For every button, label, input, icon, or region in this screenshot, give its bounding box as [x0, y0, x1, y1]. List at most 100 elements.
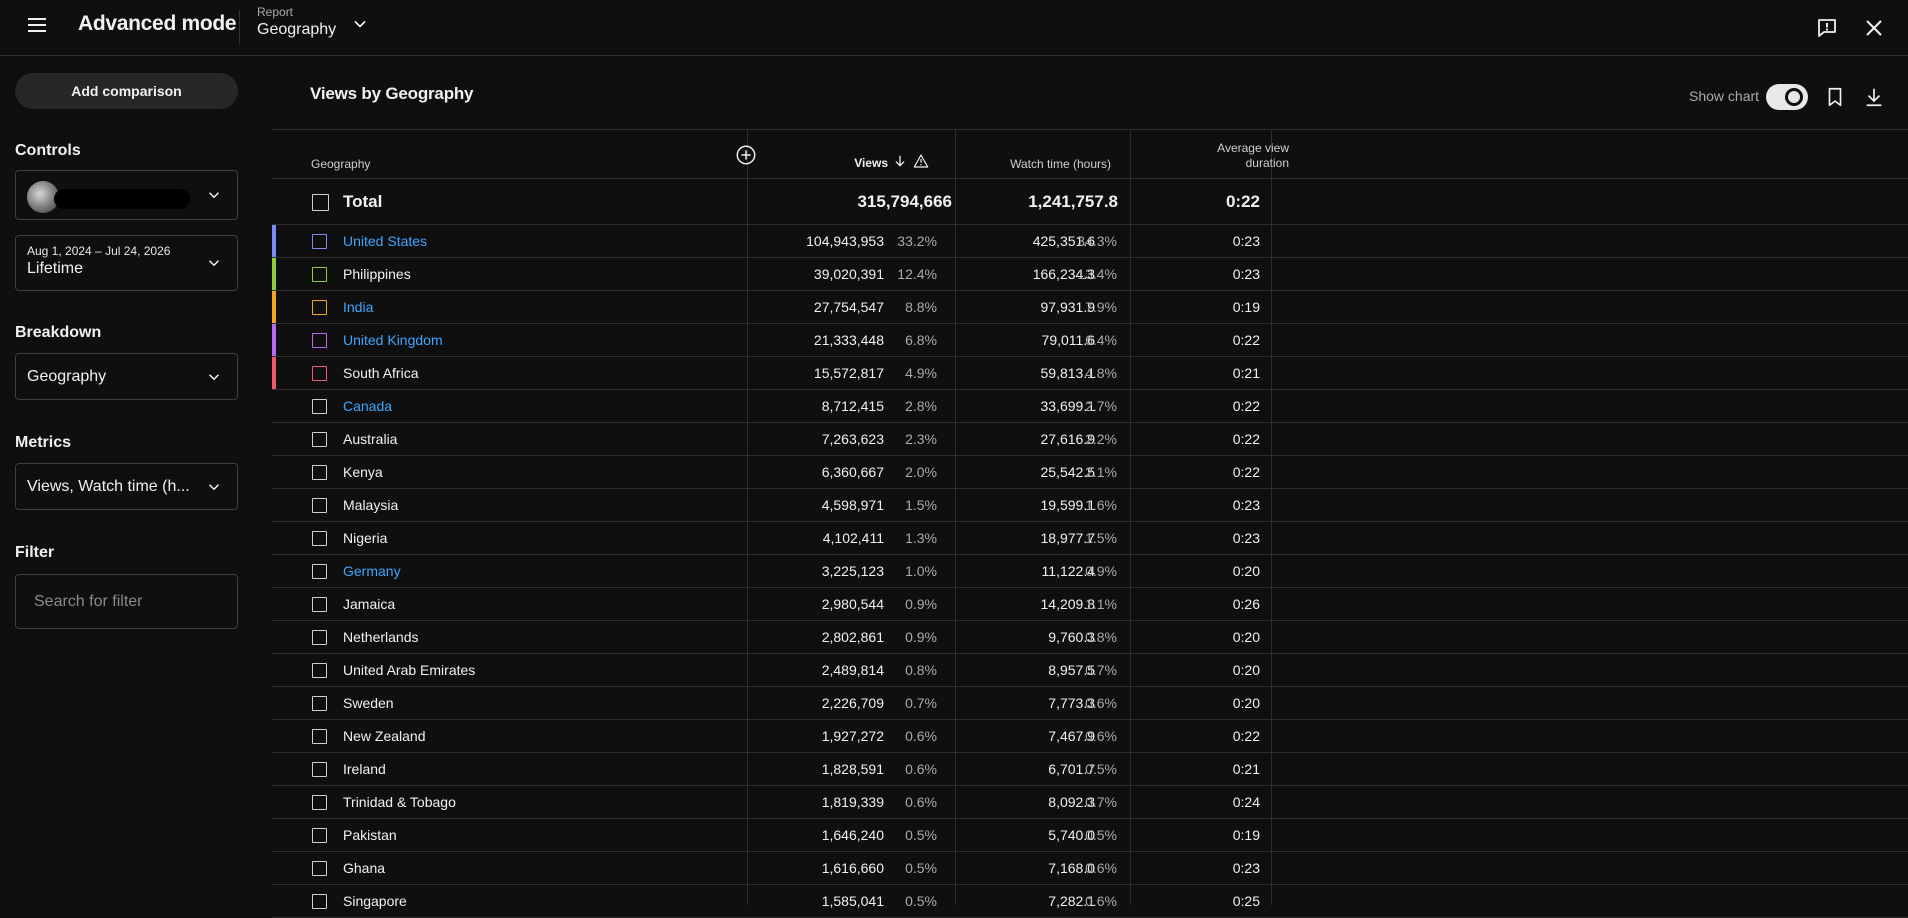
country-name: Jamaica	[343, 596, 396, 612]
row-checkbox[interactable]	[312, 630, 327, 645]
row-checkbox[interactable]	[312, 366, 327, 381]
views-percent: 1.3%	[905, 530, 937, 546]
views-percent: 4.9%	[905, 365, 937, 381]
column-header-avg-view-duration[interactable]: Average view duration	[1130, 141, 1289, 170]
column-header-views[interactable]: Views	[832, 156, 888, 170]
country-name: Malaysia	[343, 497, 399, 513]
table-row: Germany 3,225,123 1.0% 11,122.4 0.9% 0:20	[272, 555, 1908, 588]
views-percent: 2.3%	[905, 431, 937, 447]
warning-icon[interactable]	[913, 153, 929, 169]
row-checkbox[interactable]	[312, 762, 327, 777]
download-icon[interactable]	[1863, 86, 1885, 108]
total-checkbox[interactable]	[312, 194, 329, 211]
table-row: India 27,754,547 8.8% 97,931.9 7.9% 0:19	[272, 291, 1908, 324]
country-name: South Africa	[343, 365, 419, 381]
avg-view-duration-value: 0:22	[1232, 431, 1260, 447]
divider	[239, 10, 240, 44]
views-percent: 0.6%	[905, 794, 937, 810]
report-selector[interactable]: Geography	[257, 21, 336, 39]
views-value: 1,828,591	[821, 761, 884, 777]
add-comparison-button[interactable]: Add comparison	[15, 73, 238, 109]
watch-time-percent: 0.5%	[1085, 827, 1117, 843]
views-percent: 6.8%	[905, 332, 937, 348]
row-checkbox[interactable]	[312, 333, 327, 348]
views-percent: 2.0%	[905, 464, 937, 480]
row-checkbox[interactable]	[312, 663, 327, 678]
add-column-icon[interactable]	[735, 144, 757, 166]
column-header-geography[interactable]: Geography	[311, 157, 370, 171]
views-value: 2,489,814	[821, 662, 884, 678]
row-checkbox[interactable]	[312, 828, 327, 843]
close-icon[interactable]	[1862, 16, 1886, 40]
watch-time-percent: 34.3%	[1077, 233, 1117, 249]
row-checkbox[interactable]	[312, 234, 327, 249]
filter-input[interactable]	[15, 574, 238, 629]
row-checkbox[interactable]	[312, 795, 327, 810]
feedback-icon[interactable]	[1815, 16, 1839, 40]
views-percent: 2.8%	[905, 398, 937, 414]
watch-time-percent: 13.4%	[1077, 266, 1117, 282]
country-name[interactable]: United States	[343, 233, 427, 249]
table-row: New Zealand 1,927,272 0.6% 7,467.9 0.6% 0:22	[272, 720, 1908, 753]
row-checkbox[interactable]	[312, 597, 327, 612]
metrics-selector[interactable]: Views, Watch time (h...	[15, 463, 238, 510]
channel-selector[interactable]	[15, 170, 238, 220]
show-chart-toggle[interactable]	[1766, 84, 1808, 110]
views-value: 2,980,544	[821, 596, 884, 612]
row-checkbox[interactable]	[312, 432, 327, 447]
avg-view-duration-value: 0:22	[1232, 398, 1260, 414]
views-percent: 0.6%	[905, 728, 937, 744]
views-value: 1,927,272	[821, 728, 884, 744]
row-checkbox[interactable]	[312, 465, 327, 480]
table-row: United States 104,943,953 33.2% 425,351.6 34…	[272, 225, 1908, 258]
arrow-down-icon[interactable]	[893, 154, 907, 168]
date-range: Aug 1, 2024 – Jul 24, 2026	[27, 244, 171, 258]
watch-time-percent: 4.8%	[1085, 365, 1117, 381]
menu-icon[interactable]	[26, 14, 48, 36]
table-row: Ghana 1,616,660 0.5% 7,168.0 0.6% 0:23	[272, 852, 1908, 885]
country-name[interactable]: Canada	[343, 398, 392, 414]
row-checkbox[interactable]	[312, 696, 327, 711]
table-row: Philippines 39,020,391 12.4% 166,234.3 13.4%…	[272, 258, 1908, 291]
row-checkbox[interactable]	[312, 498, 327, 513]
views-value: 27,754,547	[813, 299, 884, 315]
page-title: Views by Geography	[310, 84, 474, 103]
views-percent: 1.5%	[905, 497, 937, 513]
row-checkbox[interactable]	[312, 300, 327, 315]
avg-view-duration-value: 0:21	[1232, 761, 1260, 777]
country-name: United Arab Emirates	[343, 662, 476, 678]
row-checkbox[interactable]	[312, 531, 327, 546]
row-checkbox[interactable]	[312, 399, 327, 414]
table-row: Australia 7,263,623 2.3% 27,616.9 2.2% 0:22	[272, 423, 1908, 456]
row-checkbox[interactable]	[312, 894, 327, 909]
row-checkbox[interactable]	[312, 267, 327, 282]
avg-view-duration-value: 0:22	[1232, 728, 1260, 744]
avg-view-duration-value: 0:20	[1232, 662, 1260, 678]
table-row: Pakistan 1,646,240 0.5% 5,740.0 0.5% 0:19	[272, 819, 1908, 852]
watch-time-percent: 0.8%	[1085, 629, 1117, 645]
avg-view-duration-value: 0:22	[1232, 332, 1260, 348]
breakdown-selector[interactable]: Geography	[15, 353, 238, 400]
watch-time-percent: 0.5%	[1085, 761, 1117, 777]
column-header-watch-time[interactable]: Watch time (hours)	[955, 157, 1111, 171]
date-range-selector[interactable]: Aug 1, 2024 – Jul 24, 2026 Lifetime	[15, 235, 238, 291]
total-row: Total 315,794,666 1,241,757.8 0:22	[272, 178, 1908, 224]
app-title: Advanced mode	[78, 12, 237, 35]
country-name[interactable]: United Kingdom	[343, 332, 443, 348]
country-name: Australia	[343, 431, 398, 447]
watch-time-percent: 0.9%	[1085, 563, 1117, 579]
views-percent: 12.4%	[897, 266, 937, 282]
row-checkbox[interactable]	[312, 861, 327, 876]
views-percent: 0.8%	[905, 662, 937, 678]
row-checkbox[interactable]	[312, 729, 327, 744]
watch-time-percent: 2.1%	[1085, 464, 1117, 480]
country-name[interactable]: Germany	[343, 563, 401, 579]
bookmark-icon[interactable]	[1824, 86, 1846, 108]
row-checkbox[interactable]	[312, 564, 327, 579]
watch-time-percent: 0.6%	[1085, 893, 1117, 909]
country-name[interactable]: India	[343, 299, 373, 315]
divider	[272, 129, 1908, 130]
table-row: Malaysia 4,598,971 1.5% 19,599.1 1.6% 0:23	[272, 489, 1908, 522]
avg-view-duration-value: 0:26	[1232, 596, 1260, 612]
chevron-down-icon[interactable]	[350, 14, 370, 34]
